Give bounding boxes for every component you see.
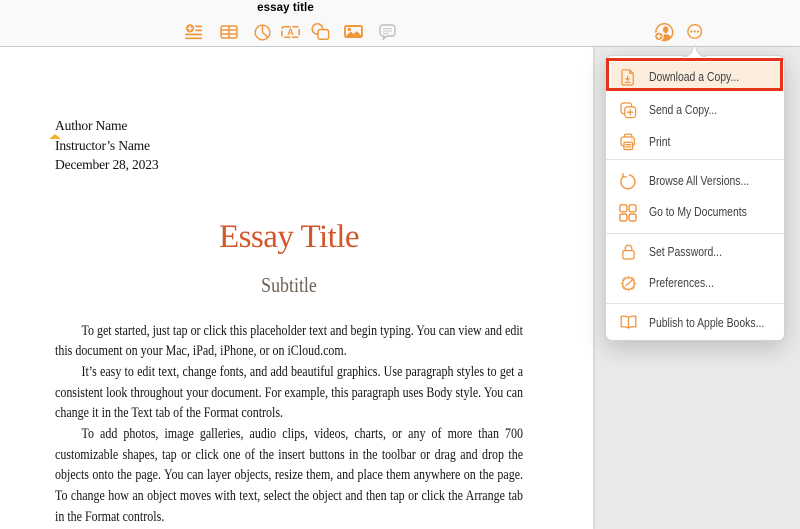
- svg-text:A: A: [287, 27, 294, 37]
